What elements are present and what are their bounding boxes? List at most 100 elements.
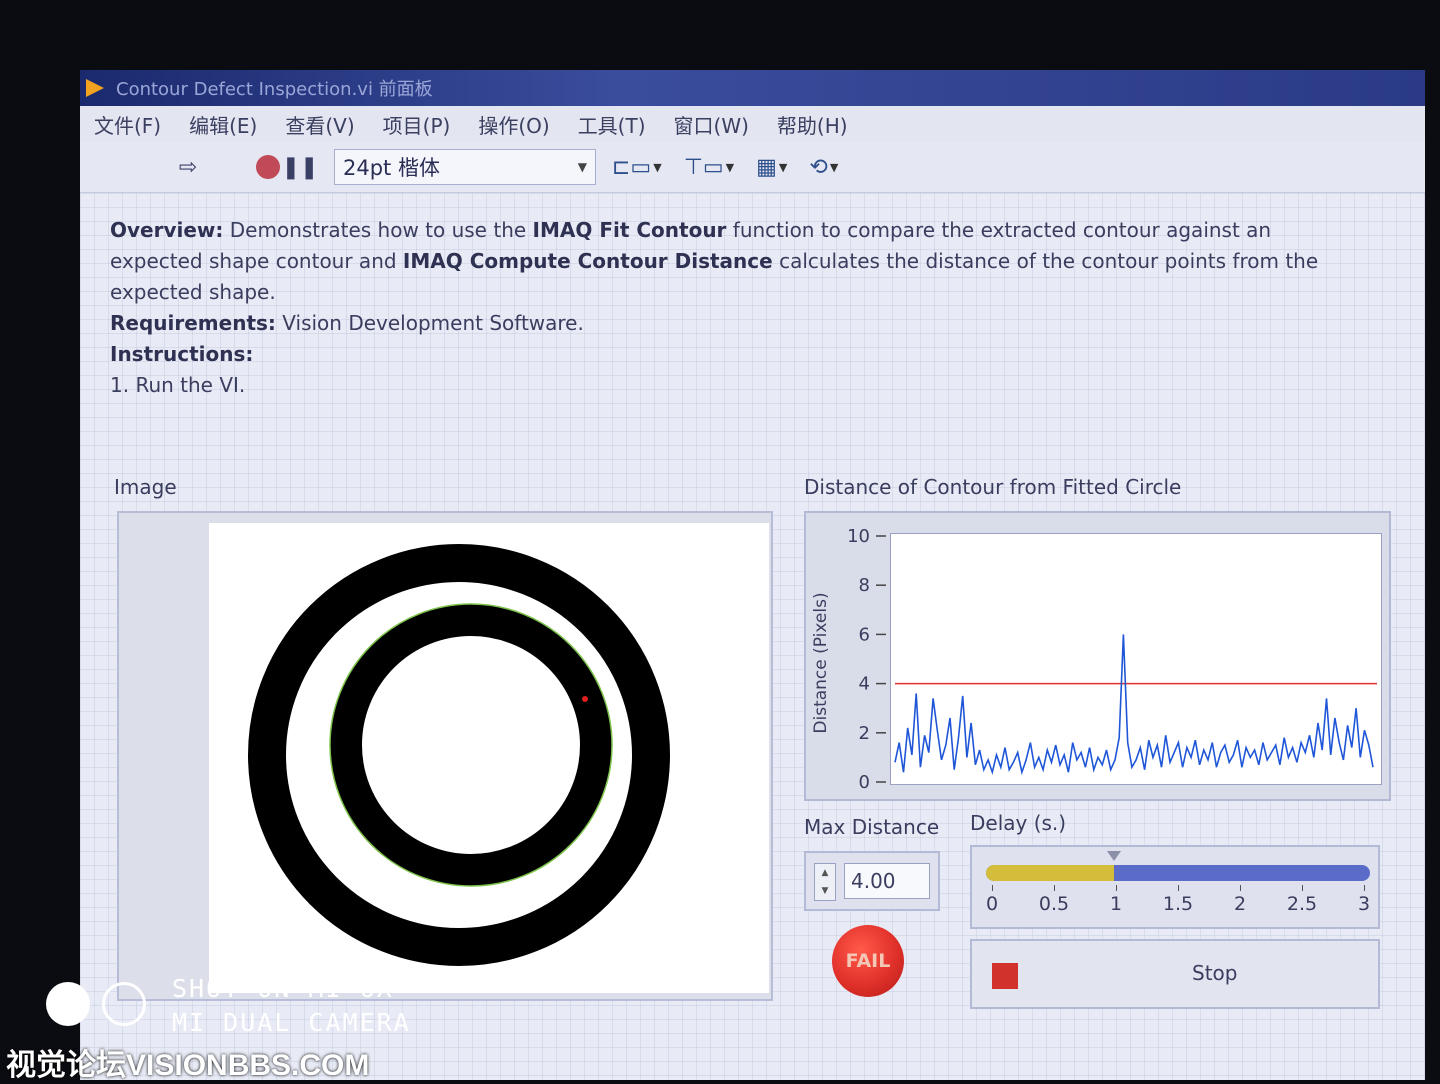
pause-icon: ❚❚ xyxy=(281,154,319,180)
inner-ring xyxy=(330,604,612,886)
pause-button[interactable]: ❚❚ xyxy=(281,151,319,183)
ring-image xyxy=(248,544,670,966)
abort-button[interactable] xyxy=(252,151,284,183)
stop-icon xyxy=(992,963,1018,989)
plot-svg xyxy=(894,634,1377,776)
title-bar: Contour Defect Inspection.vi 前面板 xyxy=(80,70,1425,106)
image-display[interactable] xyxy=(117,511,773,1001)
graph-ylabel: Distance (Pixels) xyxy=(811,592,831,733)
graph-title: Distance of Contour from Fitted Circle xyxy=(804,475,1182,499)
max-distance-stepper[interactable]: ▲ ▼ xyxy=(814,863,836,901)
front-panel-content: Overview: Demonstrates how to use the IM… xyxy=(80,193,1425,1080)
y-ticks: 0 2 4 6 8 10 xyxy=(847,526,886,793)
slider-tick-label: 2.5 xyxy=(1286,893,1318,915)
align-objects-icon: ⊏▭ xyxy=(612,154,652,180)
distribute-objects-icon: ⊤▭ xyxy=(683,154,724,180)
slider-fill xyxy=(986,865,1114,881)
slider-tick-mark xyxy=(1054,885,1055,891)
site-watermark: 视觉论坛VISIONBBS.COM xyxy=(6,1049,370,1082)
image-label: Image xyxy=(114,475,177,499)
slider-tick-label: 1.5 xyxy=(1162,893,1194,915)
instructions-paragraph: Instructions: xyxy=(110,339,1360,370)
y-tick-label: 4 xyxy=(859,674,870,695)
y-tick-label: 2 xyxy=(859,723,870,744)
slider-tick-mark xyxy=(1178,885,1179,891)
run-arrow-icon[interactable]: ⇨ xyxy=(172,151,204,183)
slider-tick-label: 1 xyxy=(1109,893,1123,915)
requirements-paragraph: Requirements: Vision Development Softwar… xyxy=(110,308,1360,339)
stop-label: Stop xyxy=(1192,961,1238,985)
chevron-down-icon: ▼ xyxy=(577,160,587,174)
y-tick-label: 6 xyxy=(859,624,870,645)
labview-front-panel-window: Contour Defect Inspection.vi 前面板 文件(F) 编… xyxy=(80,70,1425,1080)
overview-paragraph: Overview: Demonstrates how to use the IM… xyxy=(110,215,1360,308)
slider-tick-label: 2 xyxy=(1233,893,1247,915)
overview-text: Demonstrates how to use the xyxy=(223,218,533,242)
menu-window[interactable]: 窗口(W) xyxy=(674,110,749,139)
max-distance-control[interactable]: ▲ ▼ 4.00 xyxy=(804,851,940,911)
chevron-down-icon: ▼ xyxy=(725,160,735,174)
image-canvas xyxy=(209,523,769,993)
menu-bar: 文件(F) 编辑(E) 查看(V) 项目(P) 操作(O) 工具(T) 窗口(W… xyxy=(80,106,1425,142)
slider-tick-label: 3 xyxy=(1357,893,1371,915)
slider-tick-mark xyxy=(1364,885,1365,891)
align-objects-button[interactable]: ⊏▭ ▼ xyxy=(612,155,662,180)
reorder-icon: ⟲ xyxy=(809,154,828,180)
watermark-line-1: SHOT ON MI 6X xyxy=(172,974,394,1003)
defect-marker xyxy=(582,696,588,702)
resize-objects-icon: ▦ xyxy=(756,154,777,180)
menu-operate[interactable]: 操作(O) xyxy=(478,110,549,139)
slider-tick-mark xyxy=(1116,885,1117,891)
menu-view[interactable]: 查看(V) xyxy=(285,110,354,139)
resize-objects-button[interactable]: ▦ ▼ xyxy=(756,155,787,180)
reorder-button[interactable]: ⟲ ▼ xyxy=(809,155,838,180)
max-distance-field[interactable]: 4.00 xyxy=(844,863,930,899)
slider-tick-mark xyxy=(1302,885,1303,891)
y-tick-label: 8 xyxy=(859,575,870,596)
abort-icon xyxy=(256,155,280,179)
labview-app-icon xyxy=(86,79,104,97)
camera-lens-icon xyxy=(102,982,146,1026)
chevron-down-icon: ▼ xyxy=(829,160,839,174)
menu-edit[interactable]: 编辑(E) xyxy=(189,110,257,139)
requirements-label: Requirements: xyxy=(110,311,276,335)
graph-plot-area xyxy=(890,533,1382,785)
y-tick-label: 0 xyxy=(859,772,870,793)
overview-label: Overview: xyxy=(110,218,224,242)
delay-slider[interactable]: 0 0.5 1 1.5 2 2.5 3 xyxy=(970,845,1380,929)
slider-track[interactable] xyxy=(986,865,1370,881)
y-tick-label: 10 xyxy=(847,526,870,547)
description-text: Overview: Demonstrates how to use the IM… xyxy=(110,215,1360,401)
text-settings-value: 24pt 楷体 xyxy=(343,156,440,180)
distance-series-line xyxy=(894,634,1374,776)
slider-tick-mark xyxy=(992,885,993,891)
chevron-down-icon: ▼ xyxy=(778,160,788,174)
slider-thumb[interactable] xyxy=(1107,851,1121,861)
window-title: Contour Defect Inspection.vi 前面板 xyxy=(116,79,433,100)
delay-label: Delay (s.) xyxy=(970,811,1067,835)
menu-project[interactable]: 项目(P) xyxy=(383,110,451,139)
stop-button[interactable]: Stop xyxy=(970,939,1380,1009)
requirements-text: Vision Development Software. xyxy=(275,311,584,335)
distance-graph[interactable]: Distance (Pixels) 0 2 4 6 8 10 xyxy=(804,511,1391,801)
distribute-objects-button[interactable]: ⊤▭ ▼ xyxy=(684,155,734,180)
slider-tick-label: 0.5 xyxy=(1038,893,1070,915)
max-distance-label: Max Distance xyxy=(804,815,940,839)
watermark-line-2: MI DUAL CAMERA xyxy=(172,1008,411,1037)
decrement-icon[interactable]: ▼ xyxy=(822,886,829,896)
instructions-label: Instructions: xyxy=(110,342,254,366)
menu-help[interactable]: 帮助(H) xyxy=(777,110,848,139)
menu-file[interactable]: 文件(F) xyxy=(94,110,161,139)
instruction-step-1: 1. Run the VI. xyxy=(110,373,246,397)
toolbar: ⇨ ❚❚ 24pt 楷体 ▼ ⊏▭ ▼ ⊤▭ ▼ ▦ ▼ ⟲ ▼ xyxy=(80,142,1425,193)
menu-tools[interactable]: 工具(T) xyxy=(578,110,646,139)
fit-contour-name: IMAQ Fit Contour xyxy=(532,218,727,242)
slider-tick-mark xyxy=(1240,885,1241,891)
text-settings-select[interactable]: 24pt 楷体 ▼ xyxy=(334,149,596,185)
increment-icon[interactable]: ▲ xyxy=(822,868,829,878)
chevron-down-icon: ▼ xyxy=(653,160,662,174)
camera-lens-icon xyxy=(46,982,90,1026)
slider-tick-label: 0 xyxy=(985,893,999,915)
fail-indicator: FAIL xyxy=(832,925,904,997)
compute-distance-name: IMAQ Compute Contour Distance xyxy=(402,249,773,273)
